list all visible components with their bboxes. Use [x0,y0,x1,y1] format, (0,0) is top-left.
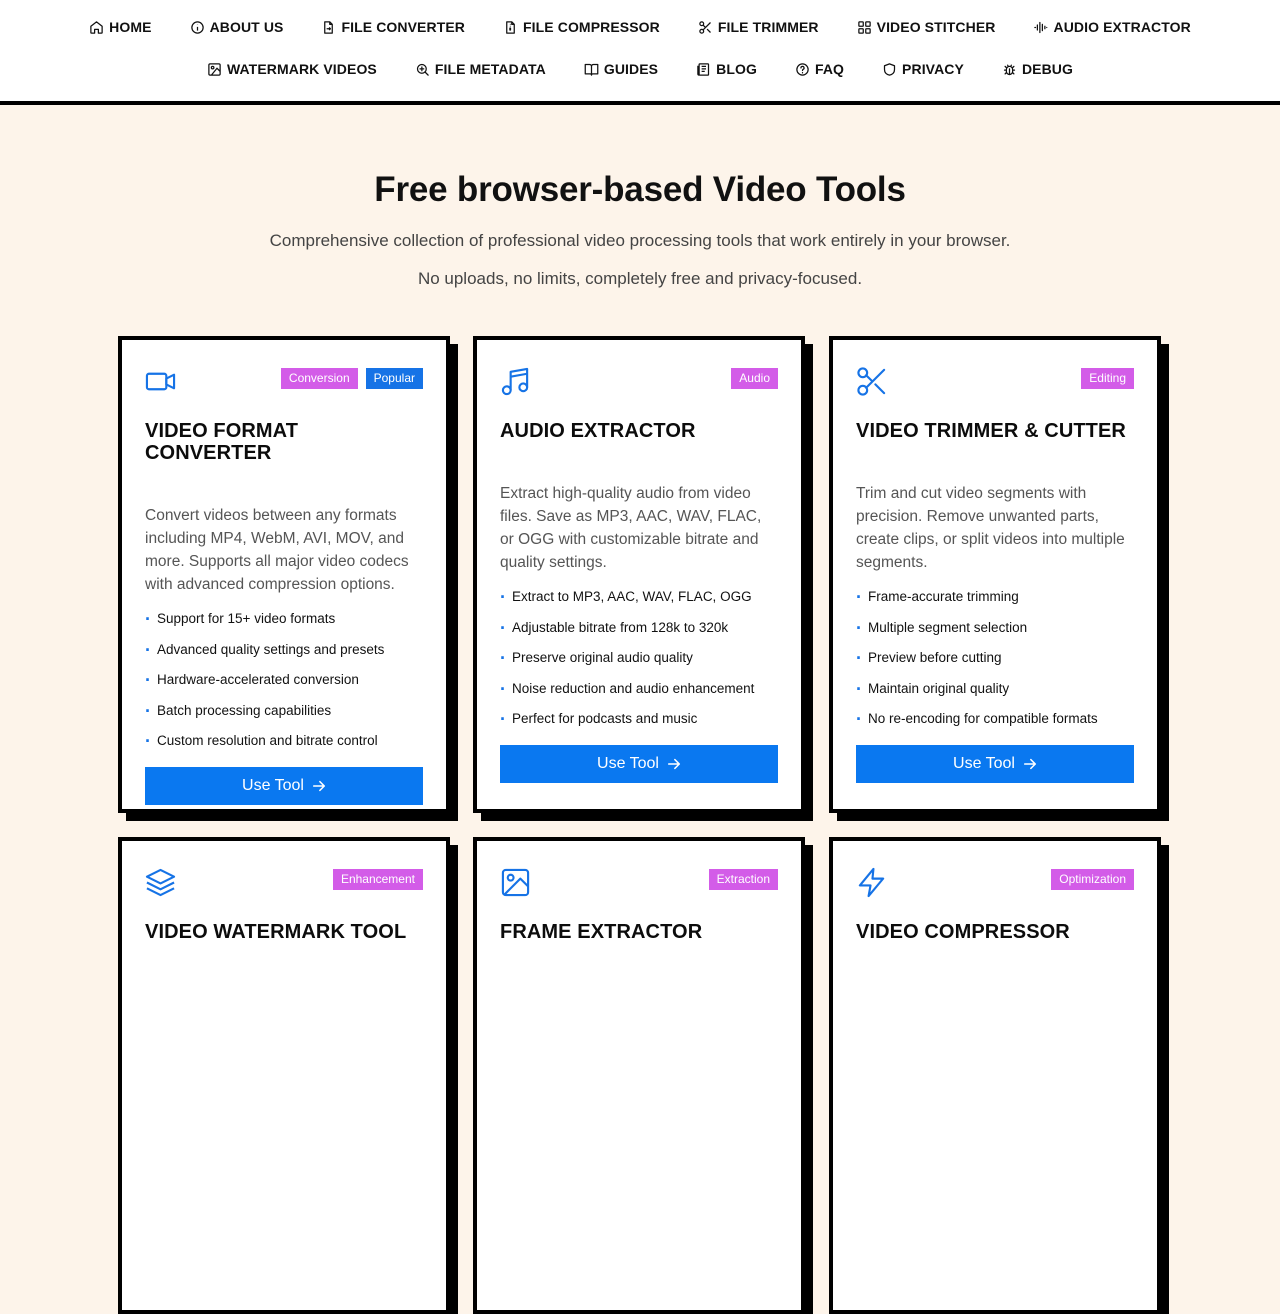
feature-item: Frame-accurate trimming [856,588,1134,619]
file-zip-icon [506,20,515,34]
arrow-right-icon [312,780,326,792]
info-icon [190,20,204,34]
nav-link-privacy[interactable]: PRIVACY [882,61,964,77]
feature-list: Frame-accurate trimming Multiple segment… [856,588,1134,741]
category-tag: Audio [731,368,778,389]
feature-item: No re-encoding for compatible formats [856,710,1134,741]
nav-label: ABOUT US [209,19,284,35]
tool-card-video-trimmer: Editing VIDEO TRIMMER & CUTTER Trim and … [829,336,1161,813]
feature-list: Support for 15+ video formats Advanced q… [145,610,423,763]
category-tag: Enhancement [332,869,423,890]
nav-label: BLOG [716,61,757,77]
page-title: Free browser-based Video Tools [374,170,906,209]
scissors-icon [699,20,711,34]
home-icon [90,20,103,34]
card-description: Convert videos between any formats inclu… [145,507,409,593]
nav-label: FILE TRIMMER [717,19,819,35]
feature-item: Noise reduction and audio enhancement [500,680,778,711]
feature-item: Advanced quality settings and presets [145,641,423,672]
lightning-icon [856,867,887,898]
nav-link-file-trimmer[interactable]: FILE TRIMMER [698,19,819,35]
nav-link-blog[interactable]: BLOG [696,61,757,77]
hero-subtitle-line-1: Comprehensive collection of professional… [269,231,1011,250]
tool-card-audio-extractor: Audio AUDIO EXTRACTOR Extract high-quali… [473,336,805,813]
image-edit-icon [208,62,221,76]
nav-label: AUDIO EXTRACTOR [1053,19,1191,35]
nav-link-debug[interactable]: DEBUG [1002,61,1073,77]
arrow-right-icon [667,758,681,770]
tool-card-video-format-converter: Conversion Popular VIDEO FORMAT CONVERTE… [118,336,450,813]
feature-item: Preserve original audio quality [500,649,778,680]
tool-card-video-compressor: Optimization VIDEO COMPRESSOR [829,837,1161,1314]
use-tool-button[interactable]: Use Tool [856,744,1134,783]
feature-item: Preview before cutting [856,649,1134,680]
feature-item: Extract to MP3, AAC, WAV, FLAC, OGG [500,588,778,619]
image-icon [500,867,531,898]
tool-card-video-watermark: Enhancement VIDEO WATERMARK TOOL [118,837,450,1314]
shield-icon [883,62,896,76]
nav-link-home[interactable]: HOME [89,19,151,35]
grid-icon [857,20,871,34]
nav-link-faq[interactable]: FAQ [795,61,844,77]
question-icon [796,62,809,76]
music-note-icon [500,366,531,397]
nav-label: VIDEO STITCHER [876,19,996,35]
nav-label: HOME [109,19,152,35]
nav-link-file-converter[interactable]: FILE CONVERTER [321,19,465,35]
feature-item: Hardware-accelerated conversion [145,671,423,702]
popular-tag: Popular [365,368,423,389]
category-tag: Optimization [1051,869,1134,890]
use-tool-label: Use Tool [597,754,659,772]
hero-subtitle-line-2: No uploads, no limits, completely free a… [417,269,863,288]
feature-item: Maintain original quality [856,680,1134,711]
nav-label: FILE METADATA [434,61,546,77]
feature-item: Perfect for podcasts and music [500,710,778,741]
nav-link-file-compressor[interactable]: FILE COMPRESSOR [503,19,660,35]
nav-label: DEBUG [1021,61,1074,77]
nav-link-about-us[interactable]: ABOUT US [190,19,284,35]
arrow-right-icon [1023,758,1037,770]
nav-label: WATERMARK VIDEOS [226,61,377,77]
file-convert-icon [324,20,334,34]
feature-list: Extract to MP3, AAC, WAV, FLAC, OGG Adju… [500,588,778,741]
bug-icon [1003,64,1016,75]
card-description: Trim and cut video segments with precisi… [856,485,1125,571]
hero-section: Free browser-based Video Tools Comprehen… [0,105,1280,289]
nav-label: PRIVACY [902,61,964,77]
feature-item: Custom resolution and bitrate control [145,732,423,763]
book-icon [584,63,599,76]
use-tool-button[interactable]: Use Tool [500,744,778,783]
layers-icon [145,867,176,898]
search-zoom-icon [416,63,429,76]
waveform-icon [1034,21,1048,33]
feature-item: Support for 15+ video formats [145,610,423,641]
nav-link-video-stitcher[interactable]: VIDEO STITCHER [857,19,996,35]
card-description: Extract high-quality audio from video fi… [500,485,762,571]
nav-label: GUIDES [603,61,659,77]
card-title: VIDEO FORMAT CONVERTER [145,420,299,464]
nav-label: FILE CONVERTER [341,19,466,35]
tool-card-frame-extractor: Extraction FRAME EXTRACTOR [473,837,805,1314]
category-tag: Conversion [280,368,358,389]
nav-link-file-metadata[interactable]: FILE METADATA [415,61,546,77]
category-tag: Editing [1081,368,1134,389]
feature-item: Adjustable bitrate from 128k to 320k [500,619,778,650]
feature-item: Multiple segment selection [856,619,1134,650]
use-tool-button[interactable]: Use Tool [145,766,423,805]
feature-item: Batch processing capabilities [145,702,423,733]
use-tool-label: Use Tool [242,776,304,794]
top-navigation: HOME ABOUT US FILE CONVERTER FILE COMPRE… [0,0,1280,105]
video-camera-icon [145,366,176,397]
nav-link-watermark-videos[interactable]: WATERMARK VIDEOS [207,61,377,77]
scissors-icon [856,366,887,397]
use-tool-label: Use Tool [953,754,1015,772]
nav-row-primary: HOME ABOUT US FILE CONVERTER FILE COMPRE… [0,17,1280,37]
nav-link-audio-extractor[interactable]: AUDIO EXTRACTOR [1033,19,1191,35]
nav-label: FAQ [814,61,845,77]
nav-link-guides[interactable]: GUIDES [584,61,658,77]
nav-row-secondary: WATERMARK VIDEOS FILE METADATA GUIDES BL… [0,59,1280,79]
category-tag: Extraction [708,869,778,890]
newspaper-icon [697,62,710,76]
nav-label: FILE COMPRESSOR [523,19,660,35]
